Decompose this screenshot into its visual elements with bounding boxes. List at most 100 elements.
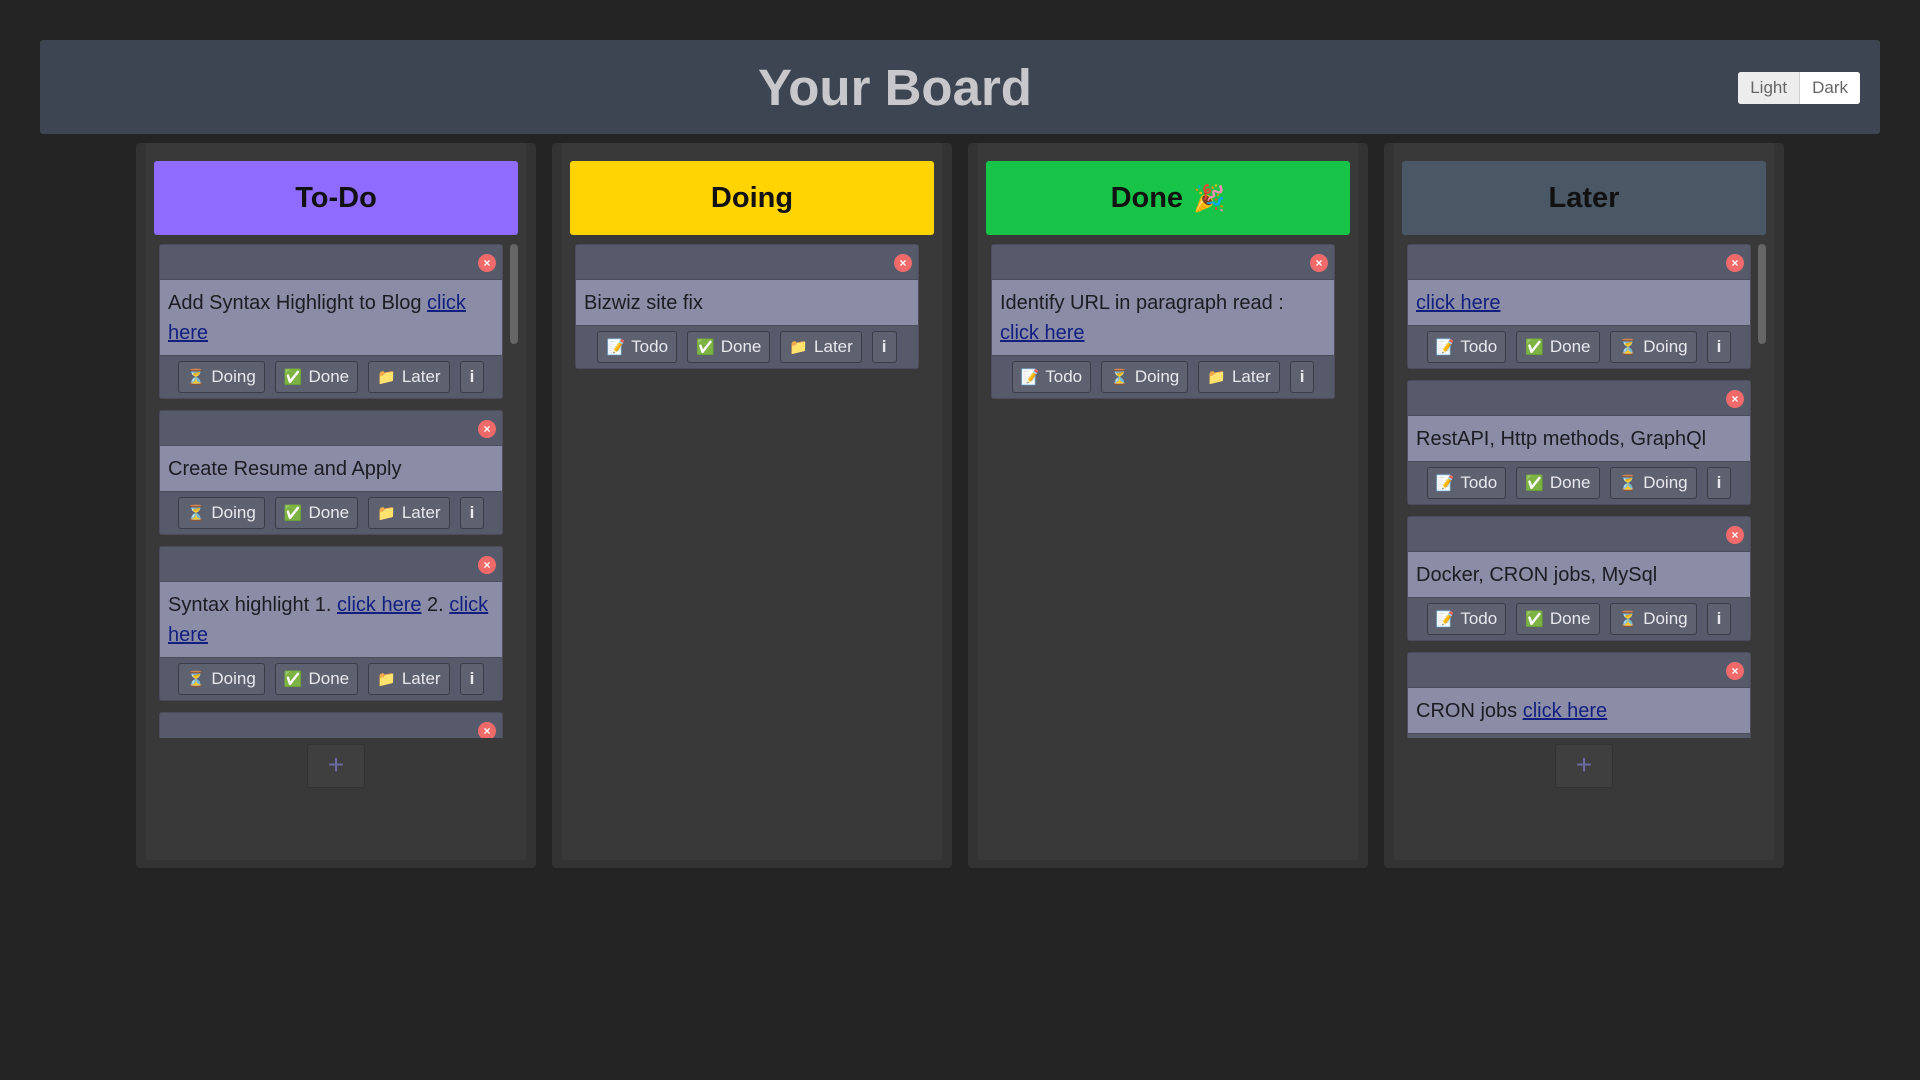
card-actions: 📝 Todo ⏳ Doing 📁 Later i — [992, 355, 1334, 398]
button-label: Todo — [1460, 473, 1498, 492]
card-link[interactable]: click here — [1523, 700, 1607, 722]
column-title: Later — [1548, 181, 1620, 214]
button-label: Done — [720, 337, 762, 356]
close-icon[interactable]: × — [1726, 390, 1744, 408]
card-link[interactable]: click here — [337, 594, 421, 616]
move-to-todo-button[interactable]: 📝 Todo — [597, 331, 678, 363]
button-label: Todo — [1045, 367, 1083, 386]
done-icon: ✅ — [283, 369, 303, 386]
move-to-doing-button[interactable]: ⏳ Doing — [177, 361, 265, 393]
task-card: × RestAPI, Http methods, GraphQl 📝 Todo ✅ Don… — [1407, 380, 1751, 505]
button-label: Doing — [211, 367, 256, 386]
info-button[interactable]: i — [1289, 361, 1315, 393]
move-to-doing-button[interactable]: ⏳ Doing — [177, 497, 265, 529]
doing-icon: ⏳ — [1110, 369, 1129, 386]
card-link[interactable]: click here — [1000, 322, 1084, 344]
add-card-button[interactable]: + — [307, 744, 365, 788]
done-icon: ✅ — [1525, 611, 1544, 628]
scrollbar[interactable] — [1758, 244, 1766, 344]
move-to-done-button[interactable]: ✅ Done — [274, 663, 359, 695]
move-to-doing-button[interactable]: ⏳ Doing — [1609, 331, 1697, 363]
button-label: Done — [308, 503, 350, 522]
card-text: Identify URL in paragraph read : click h… — [1000, 292, 1284, 344]
info-button[interactable]: i — [1706, 603, 1732, 635]
close-icon[interactable]: × — [1310, 254, 1328, 272]
task-card: × CRON jobs click here 📝Todo✅Done⏳Doingi — [1407, 652, 1751, 738]
card-link[interactable]: click here — [168, 594, 488, 646]
dark-theme-button[interactable]: Dark — [1800, 72, 1860, 104]
card-text: Syntax highlight 1. click here 2. click … — [168, 594, 489, 646]
card-header: × — [1408, 517, 1750, 552]
move-to-todo-button[interactable]: 📝 Todo — [1426, 467, 1507, 499]
later-icon: 📁 — [377, 505, 396, 522]
close-icon[interactable]: × — [478, 556, 496, 574]
move-to-todo-button[interactable]: 📝 Todo — [1011, 361, 1092, 393]
info-button[interactable]: i — [459, 497, 485, 529]
move-to-todo-button[interactable]: 📝 Todo — [1426, 603, 1507, 635]
card-link[interactable]: click here — [1416, 292, 1500, 314]
theme-toggle: Light Dark — [1738, 72, 1860, 104]
button-label: Doing — [1134, 367, 1180, 386]
move-to-doing-button[interactable]: ⏳ Doing — [1609, 467, 1697, 499]
close-icon[interactable]: × — [478, 254, 496, 272]
move-to-done-button[interactable]: ✅ Done — [274, 497, 359, 529]
task-card: × Identify URL in paragraph read : click … — [991, 244, 1335, 399]
button-label: Doing — [211, 669, 256, 688]
move-to-done-button[interactable]: ✅ Done — [274, 361, 359, 393]
close-icon[interactable]: × — [1726, 254, 1744, 272]
card-actions: 📝Todo ✅Done ⏳Doing i — [1408, 461, 1750, 504]
column-todo: To-Do × Add Syntax Highlight to Blog click… — [136, 143, 536, 868]
scrollbar[interactable] — [510, 244, 518, 344]
move-to-done-button[interactable]: ✅ Done — [1516, 603, 1600, 635]
move-to-todo-button[interactable]: 📝 Todo — [1426, 331, 1507, 363]
card-header: × — [576, 245, 918, 280]
close-icon[interactable]: × — [1726, 526, 1744, 544]
card-text: click here — [1408, 280, 1750, 325]
move-to-later-button[interactable]: 📁 Later — [780, 331, 862, 363]
move-to-later-button[interactable]: 📁 Later — [368, 663, 450, 695]
info-button[interactable]: i — [1706, 467, 1732, 499]
button-label: Later — [401, 367, 441, 386]
card-header: × — [160, 411, 502, 446]
button-label: Later — [1231, 367, 1271, 386]
card-header: × — [160, 713, 502, 738]
card-text: Add Syntax Highlight to Blog click here — [168, 292, 466, 344]
close-icon[interactable]: × — [478, 420, 496, 438]
button-label: Done — [1549, 609, 1591, 628]
button-label: Todo — [1460, 337, 1498, 356]
light-theme-button[interactable]: Light — [1738, 72, 1801, 104]
move-to-done-button[interactable]: ✅ Done — [1516, 331, 1600, 363]
card-link[interactable]: click here — [168, 292, 466, 344]
button-label: Doing — [211, 503, 256, 522]
move-to-doing-button[interactable]: ⏳ Doing — [177, 663, 265, 695]
close-icon[interactable]: × — [894, 254, 912, 272]
move-to-done-button[interactable]: ✅ Done — [687, 331, 771, 363]
card-actions: ⏳ Doing ✅ Done 📁 Later i — [160, 657, 502, 700]
info-button[interactable]: i — [1706, 331, 1732, 363]
card-header: × — [160, 245, 502, 280]
close-icon[interactable]: × — [478, 722, 496, 738]
info-button[interactable]: i — [459, 361, 485, 393]
todo-icon: 📝 — [1020, 369, 1040, 386]
info-button[interactable]: i — [459, 663, 485, 695]
move-to-later-button[interactable]: 📁 Later — [368, 497, 450, 529]
card-text: CRON jobs click here — [1416, 700, 1608, 722]
card-actions: 📝Todo✅Done⏳Doingi — [1408, 733, 1750, 738]
move-to-doing-button[interactable]: ⏳ Doing — [1101, 361, 1189, 393]
card-header: × — [992, 245, 1334, 280]
column-doing: Doing × Bizwiz site fix 📝 Todo ✅ Done 📁 Later i — [552, 143, 952, 868]
close-icon[interactable]: × — [1726, 662, 1744, 680]
add-card-button[interactable]: + — [1555, 744, 1613, 788]
card-actions: 📝 Todo ✅ Done 📁 Later i — [576, 325, 918, 368]
card-text: RestAPI, Http methods, GraphQl — [1416, 428, 1707, 450]
party-icon: 🎉 — [1193, 182, 1226, 213]
task-card: × Syntax highlight 1. click here 2. click… — [159, 546, 503, 701]
done-icon: ✅ — [696, 339, 715, 356]
page-title: Your Board — [758, 58, 1032, 116]
info-button[interactable]: i — [871, 331, 897, 363]
button-label: Doing — [1643, 473, 1688, 492]
move-to-later-button[interactable]: 📁 Later — [1198, 361, 1280, 393]
move-to-done-button[interactable]: ✅ Done — [1516, 467, 1600, 499]
move-to-doing-button[interactable]: ⏳ Doing — [1609, 603, 1697, 635]
move-to-later-button[interactable]: 📁 Later — [368, 361, 450, 393]
